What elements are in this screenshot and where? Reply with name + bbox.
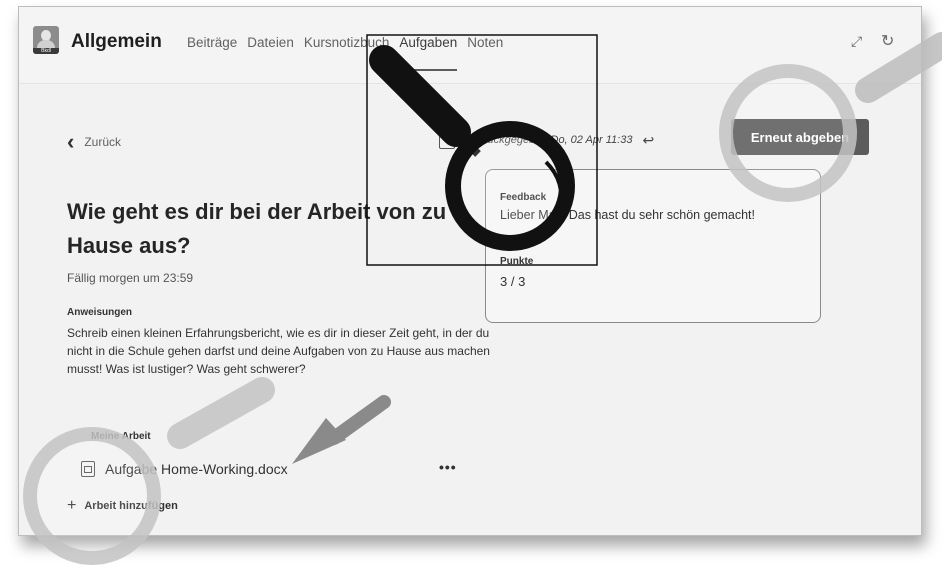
plus-icon: + <box>67 497 77 514</box>
resubmit-button[interactable]: Erneut abgeben <box>731 119 869 155</box>
teams-window: Bkdl Allgemein Beiträge Dateien Kursnoti… <box>18 6 922 536</box>
refresh-icon[interactable]: ↻ <box>881 31 894 51</box>
word-doc-icon <box>81 461 95 477</box>
channel-header: Bkdl Allgemein Beiträge Dateien Kursnoti… <box>19 7 921 84</box>
tab-beitraege[interactable]: Beiträge <box>187 35 237 50</box>
assignment-title: Wie geht es dir bei der Arbeit von zu Ha… <box>67 199 447 258</box>
feedback-text: Lieber Max, Das hast du sehr schön gemac… <box>500 208 755 222</box>
points-label: Punkte <box>500 256 534 267</box>
returned-status: Zurückgegeben Do, 02 Apr 11:33 <box>471 134 633 146</box>
points-value: 3 / 3 <box>500 274 526 289</box>
tab-dateien[interactable]: Dateien <box>247 35 294 50</box>
download-icon[interactable] <box>439 131 455 149</box>
tab-noten[interactable]: Noten <box>467 35 503 50</box>
attachment-name: Aufgabe Home-Working.docx <box>105 461 288 477</box>
feedback-card: Feedback Lieber Max, Das hast du sehr sc… <box>485 169 821 323</box>
due-date: Fällig morgen um 23:59 <box>67 271 194 285</box>
more-options-button[interactable]: ••• <box>439 459 457 475</box>
my-work-label: Meine Arbeit <box>91 431 151 442</box>
instructions-label: Anweisungen <box>67 307 133 318</box>
status-bar: Zurückgegeben Do, 02 Apr 11:33 ↩ <box>439 131 654 149</box>
tab-kursnotizbuch[interactable]: Kursnotizbuch <box>304 35 390 50</box>
back-label: Zurück <box>84 135 122 149</box>
add-work-button[interactable]: + Arbeit hinzufügen <box>67 497 178 515</box>
expand-icon[interactable]: ⤢ <box>851 33 862 50</box>
add-work-label: Arbeit hinzufügen <box>84 500 178 512</box>
chevron-left-icon: ‹ <box>67 129 75 154</box>
tab-bar: Beiträge Dateien Kursnotizbuch Aufgaben … <box>187 35 503 71</box>
return-arrow-icon: ↩ <box>642 131 655 148</box>
attachment-item[interactable]: Aufgabe Home-Working.docx <box>81 461 288 477</box>
instructions-text: Schreib einen kleinen Erfahrungsbericht,… <box>67 326 490 376</box>
channel-title: Allgemein <box>71 31 162 52</box>
tab-aufgaben[interactable]: Aufgaben <box>399 35 457 71</box>
feedback-label: Feedback <box>500 192 547 203</box>
back-link[interactable]: ‹ Zurück <box>67 129 122 154</box>
avatar-icon[interactable]: Bkdl <box>33 26 59 54</box>
